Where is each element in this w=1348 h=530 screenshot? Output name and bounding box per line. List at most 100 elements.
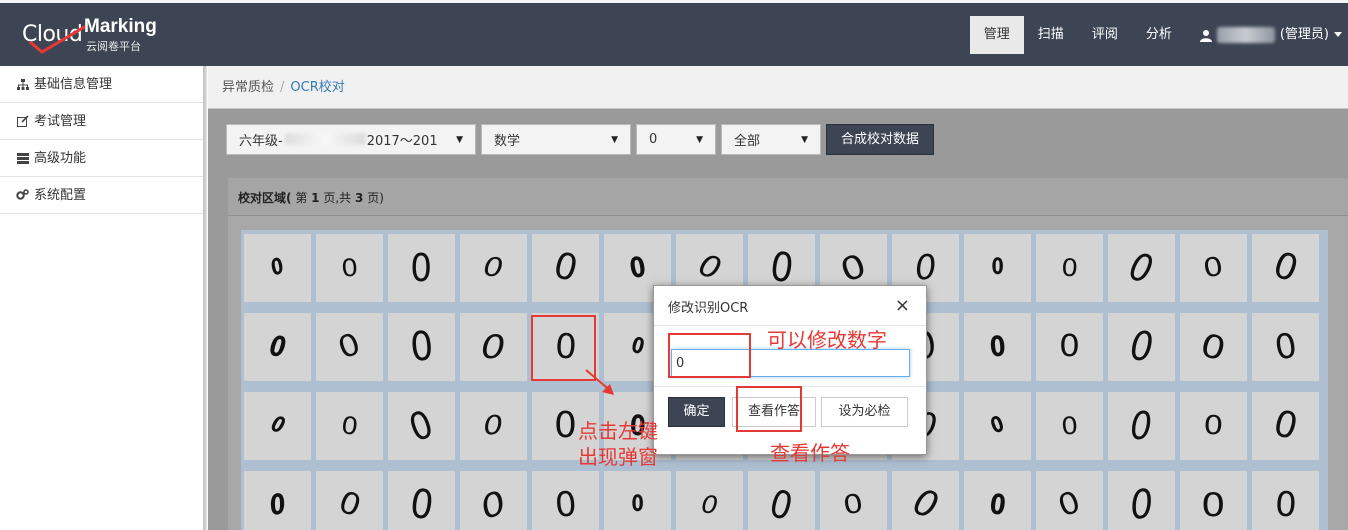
subject-select[interactable]: 数学 ▼ (481, 124, 631, 155)
sidebar-item-system[interactable]: 系统配置 (0, 177, 203, 214)
close-icon[interactable]: × (895, 295, 910, 316)
ocr-cell-value: 0 (1059, 411, 1080, 441)
sitemap-icon (16, 78, 29, 91)
ocr-cell[interactable]: 0 (1108, 471, 1175, 530)
scope-select[interactable]: 全部 ▼ (721, 124, 821, 155)
ocr-cell[interactable]: 0 (964, 392, 1031, 460)
sidebar-item-label: 基础信息管理 (34, 76, 113, 92)
ocr-cell-value: 0 (1130, 404, 1153, 448)
ocr-cell[interactable]: 0 (1180, 392, 1247, 460)
ocr-cell[interactable]: 0 (1108, 234, 1175, 302)
ocr-cell[interactable]: 0 (460, 234, 527, 302)
ocr-cell-value: 0 (626, 249, 648, 286)
nav-analysis[interactable]: 分析 (1132, 16, 1186, 54)
ocr-cell[interactable]: 0 (532, 471, 599, 530)
confirm-button[interactable]: 确定 (668, 397, 725, 427)
ocr-cell[interactable]: 0 (1180, 313, 1247, 381)
ocr-cell[interactable]: 0 (1036, 392, 1103, 460)
annotation-click-popup-2: 出现弹窗 (578, 445, 658, 469)
ocr-cell[interactable]: 0 (532, 234, 599, 302)
ocr-cell-value: 0 (1267, 244, 1304, 291)
breadcrumb-parent[interactable]: 异常质检 (222, 80, 274, 95)
ocr-cell[interactable]: 0 (1252, 313, 1319, 381)
ocr-cell[interactable]: 0 (1036, 313, 1103, 381)
ocr-cell[interactable]: 0 (316, 392, 383, 460)
ocr-cell[interactable]: 0 (964, 234, 1031, 302)
annotation-view-answer-highlight (736, 386, 802, 432)
dialog-title: 修改识别OCR (668, 301, 749, 316)
ocr-cell[interactable]: 0 (964, 471, 1031, 530)
ocr-cell[interactable]: 0 (1252, 234, 1319, 302)
ocr-cell[interactable]: 0 (244, 392, 311, 460)
ocr-cell-value: 0 (1128, 481, 1155, 529)
logo-marking-text: Marking (84, 16, 157, 37)
breadcrumb-current: OCR校对 (290, 80, 345, 95)
ocr-cell[interactable]: 0 (964, 313, 1031, 381)
ocr-cell[interactable]: 0 (676, 471, 743, 530)
grade-select[interactable]: 六年级- 2017～201 ▼ (226, 124, 476, 155)
ocr-cell[interactable]: 0 (388, 392, 455, 460)
nav-manage[interactable]: 管理 (969, 16, 1024, 54)
ocr-cell[interactable]: 0 (1036, 471, 1103, 530)
sidebar-item-exam[interactable]: 考试管理 (0, 103, 203, 140)
value-select-value: 0 (649, 132, 658, 147)
ocr-cell-value: 0 (1060, 253, 1079, 283)
ocr-cell-value: 0 (554, 405, 577, 446)
sidebar-item-advanced[interactable]: 高级功能 (0, 140, 203, 177)
merge-data-button[interactable]: 合成校对数据 (826, 124, 935, 155)
nav-scan[interactable]: 扫描 (1024, 16, 1078, 54)
ocr-cell[interactable]: 0 (388, 313, 455, 381)
ocr-cell[interactable]: 0 (1180, 471, 1247, 530)
ocr-cell-value: 0 (549, 244, 582, 291)
ocr-cell-value: 0 (1125, 243, 1158, 293)
ocr-cell[interactable]: 0 (1108, 313, 1175, 381)
value-select[interactable]: 0 ▼ (636, 124, 716, 155)
ocr-cell-value: 0 (1271, 325, 1300, 369)
ocr-cell[interactable]: 0 (388, 471, 455, 530)
ocr-cell[interactable]: 0 (244, 234, 311, 302)
ocr-cell[interactable]: 0 (892, 471, 959, 530)
ocr-cell[interactable]: 0 (316, 234, 383, 302)
ocr-cell-value: 0 (266, 486, 288, 523)
ocr-cell[interactable]: 0 (748, 471, 815, 530)
ocr-cell[interactable]: 0 (1252, 471, 1319, 530)
sidebar-item-basic-info[interactable]: 基础信息管理 (0, 66, 203, 103)
user-icon (1199, 29, 1212, 42)
set-required-check-button[interactable]: 设为必检 (821, 397, 908, 427)
ocr-cell-value: 0 (552, 484, 579, 526)
ocr-cell-value: 0 (333, 326, 366, 367)
user-role: (管理员) (1279, 27, 1329, 42)
ocr-cell[interactable]: 0 (1252, 392, 1319, 460)
ocr-cell[interactable]: 0 (1108, 392, 1175, 460)
ocr-cell-value: 0 (693, 247, 726, 288)
chevron-down-icon: ▼ (611, 134, 618, 145)
user-menu[interactable]: (管理员) (1186, 16, 1348, 54)
scope-select-value: 全部 (734, 134, 761, 149)
ocr-cell[interactable]: 0 (820, 471, 887, 530)
logo-checkmark-icon (29, 24, 87, 54)
ocr-cell[interactable]: 0 (460, 392, 527, 460)
ocr-cell[interactable]: 0 (1036, 234, 1103, 302)
ocr-cell-value: 0 (988, 329, 1007, 364)
ocr-cell-value: 0 (765, 480, 798, 530)
ocr-cell-value: 0 (700, 490, 719, 520)
ocr-cell-value: 0 (1128, 323, 1155, 371)
sidebar-item-label: 考试管理 (34, 113, 87, 129)
ocr-cell[interactable]: 0 (244, 313, 311, 381)
ocr-cell[interactable]: 0 (1180, 234, 1247, 302)
ocr-cell-value: 0 (410, 246, 433, 290)
ocr-cell-value: 0 (482, 252, 505, 284)
ocr-cell[interactable]: 0 (604, 471, 671, 530)
chevron-down-icon: ▼ (696, 134, 703, 145)
ocr-cell[interactable]: 0 (460, 313, 527, 381)
grade-select-value: 六年级- 2017～201 (239, 133, 438, 149)
ocr-cell[interactable]: 0 (316, 471, 383, 530)
ocr-cell[interactable]: 0 (244, 471, 311, 530)
logo-subtitle: 云阅卷平台 (86, 40, 141, 53)
ocr-cell[interactable]: 0 (316, 313, 383, 381)
ocr-cell[interactable]: 0 (388, 234, 455, 302)
ocr-cell[interactable]: 0 (460, 471, 527, 530)
ocr-cell-value: 0 (333, 484, 366, 525)
nav-review[interactable]: 评阅 (1078, 16, 1132, 54)
ocr-cell-value: 0 (481, 328, 506, 366)
